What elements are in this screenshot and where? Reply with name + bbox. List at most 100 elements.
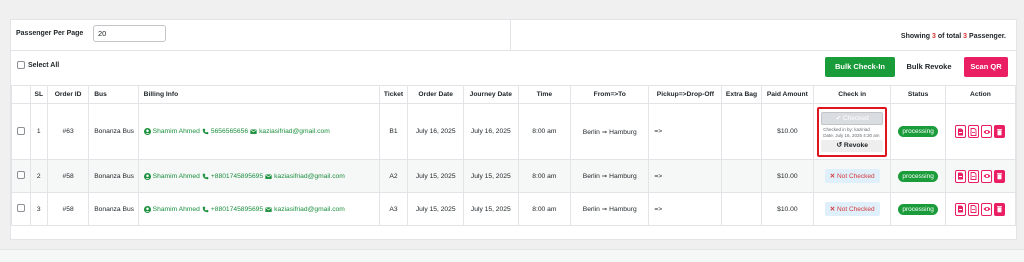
cell-billing-info: Shamim Ahmed +8801745895695 kaziasifriad… [137, 159, 380, 193]
header-pickup-dropoff: Pickup=>Drop-Off [648, 85, 723, 104]
bulk-revoke-button[interactable]: Bulk Revoke [900, 57, 958, 77]
file-icon[interactable] [968, 169, 980, 183]
phone-icon [202, 173, 209, 179]
cell-order-id: #63 [47, 103, 90, 160]
header-paid-amount: Paid Amount [760, 85, 815, 104]
status-badge: processing [898, 126, 938, 137]
select-all-label: Select All [28, 61, 60, 69]
not-checked-badge[interactable]: ✕ Not Checked [824, 169, 880, 183]
cell-status: processing [890, 159, 946, 193]
table-row: 3 #58 Bonanza Bus Shamim Ahmed +88017458… [11, 192, 1017, 226]
trash-icon[interactable] [994, 125, 1006, 138]
cell-time: 8:00 am [517, 159, 572, 193]
header-time: Time [517, 85, 572, 104]
header-billing-info: Billing Info [137, 85, 380, 104]
bulk-checkin-button[interactable]: Bulk Check-In [825, 57, 895, 77]
envelope-icon [250, 129, 257, 134]
row-checkbox[interactable] [16, 204, 25, 212]
x-icon: ✕ [829, 206, 836, 213]
header-from-to: From=>To [570, 85, 650, 104]
x-icon: ✕ [829, 173, 836, 180]
cell-check-in: ✔ Checked Checked in by: kaziriad Date: … [813, 103, 892, 160]
table-header-row: SL Order ID Bus Billing Info Ticket Orde… [11, 85, 1017, 104]
cell-time: 8:00 am [517, 192, 572, 226]
cell-extra-bag [721, 103, 762, 160]
arrow-right-icon: ➞ [601, 173, 608, 180]
phone-icon [202, 206, 209, 212]
cell-status: processing [890, 103, 946, 160]
row-checkbox[interactable] [16, 126, 25, 135]
status-badge: processing [898, 170, 938, 182]
header-status: Status [890, 85, 946, 104]
cell-paid-amount: $10.00 [760, 159, 815, 193]
top-bar: Passenger Per Page 20 Showing 3 of total… [11, 20, 1016, 51]
phone-icon [202, 128, 209, 135]
envelope-icon [265, 206, 272, 212]
cell-paid-amount: $10.00 [760, 192, 815, 226]
row-checkbox[interactable] [16, 171, 25, 179]
cell-sl: 3 [29, 192, 49, 226]
header-order-id: Order ID [47, 85, 90, 104]
header-journey-date: Journey Date [463, 85, 519, 104]
undo-icon: ↺ [836, 141, 843, 149]
cell-pickup: => [648, 192, 723, 226]
cell-bus: Bonanza Bus [88, 192, 139, 226]
checked-in-date: Date: July 16, 2025 4:30 am [823, 132, 880, 138]
cell-pickup: => [648, 103, 723, 160]
eye-icon[interactable] [981, 202, 993, 216]
eye-icon[interactable] [981, 169, 993, 183]
cell-action [944, 159, 1017, 193]
cell-ticket: A3 [378, 192, 409, 226]
pdf-icon[interactable] [955, 169, 967, 183]
header-bus: Bus [88, 85, 139, 104]
header-extra-bag: Extra Bag [721, 85, 762, 104]
cell-order-date: July 15, 2025 [407, 159, 465, 193]
header-sl: SL [29, 85, 49, 104]
cell-sl: 1 [29, 103, 49, 160]
check-icon: ✔ [835, 114, 842, 122]
cell-bus: Bonanza Bus [88, 159, 139, 193]
cell-action [944, 103, 1017, 160]
not-checked-badge[interactable]: ✕ Not Checked [824, 202, 880, 216]
passenger-per-page-input[interactable]: 20 [93, 25, 166, 42]
trash-icon[interactable] [994, 202, 1006, 216]
cell-from-to: Berlin ➞ Hamburg [570, 159, 650, 193]
cell-check-in: ✕ Not Checked [813, 192, 892, 226]
user-icon [143, 172, 151, 180]
header-check-in: Check in [813, 85, 892, 104]
header-action: Action [944, 85, 1017, 104]
select-all-checkbox[interactable] [17, 61, 25, 69]
cell-status: processing [890, 192, 946, 226]
pdf-icon[interactable] [955, 202, 967, 216]
footer-bar [0, 249, 1024, 262]
cell-bus: Bonanza Bus [88, 103, 139, 160]
cell-action [944, 192, 1017, 226]
cell-extra-bag [721, 192, 762, 226]
divider [510, 20, 511, 51]
cell-billing-info: Shamim Ahmed 5656565656 kaziasifriad@gma… [137, 103, 380, 160]
cell-order-id: #58 [47, 159, 90, 193]
file-icon[interactable] [968, 202, 980, 216]
cell-time: 8:00 am [517, 103, 572, 160]
file-icon[interactable] [968, 125, 980, 138]
cell-pickup: => [648, 159, 723, 193]
header-ticket: Ticket [378, 85, 409, 104]
user-icon [143, 205, 151, 213]
header-select [11, 85, 31, 104]
pdf-icon[interactable] [955, 125, 967, 138]
table-row: 1 #63 Bonanza Bus Shamim Ahmed 565656565… [11, 103, 1017, 160]
scan-qr-button[interactable]: Scan QR [964, 57, 1008, 77]
cell-sl: 2 [29, 159, 49, 193]
trash-icon[interactable] [994, 169, 1006, 183]
user-icon [143, 128, 151, 135]
eye-icon[interactable] [981, 125, 993, 138]
cell-check-in: ✕ Not Checked [813, 159, 892, 193]
arrow-right-icon: ➞ [601, 128, 608, 136]
cell-order-date: July 15, 2025 [407, 192, 465, 226]
cell-ticket: B1 [378, 103, 409, 160]
cell-order-id: #58 [47, 192, 90, 226]
cell-from-to: Berlin ➞ Hamburg [570, 192, 650, 226]
revoke-button[interactable]: ↺ Revoke [821, 139, 884, 152]
envelope-icon [265, 173, 272, 179]
select-all[interactable]: Select All [17, 61, 59, 69]
